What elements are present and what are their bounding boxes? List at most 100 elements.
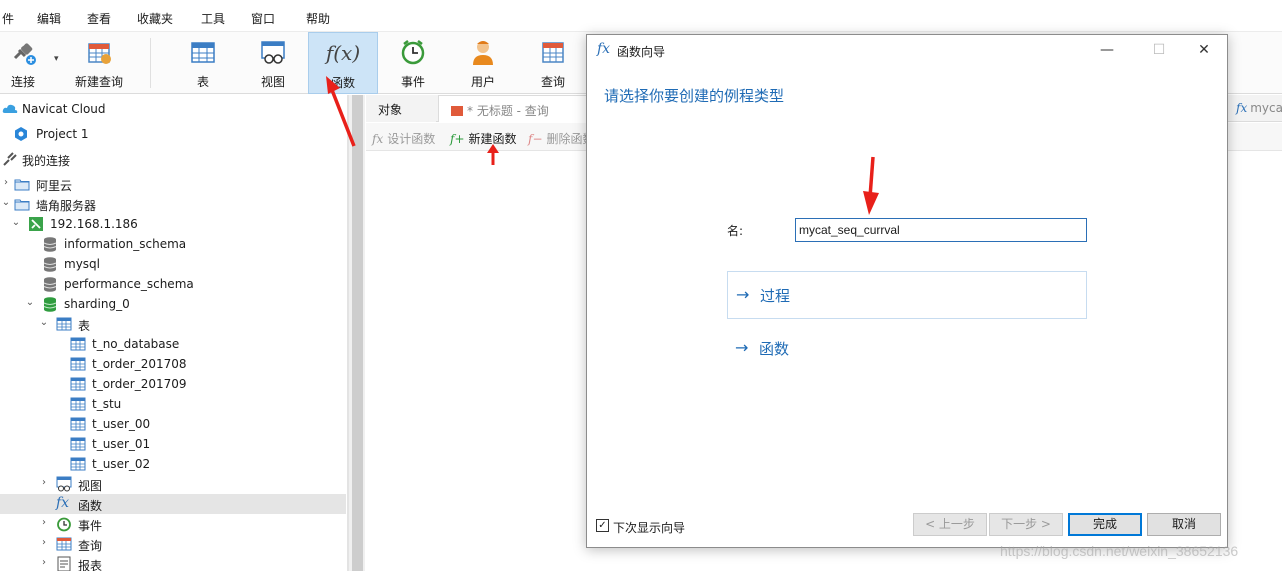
tree-item-table[interactable]: t_stu	[0, 394, 346, 414]
chevron-right-icon[interactable]: ›	[38, 537, 50, 549]
arrow-right-icon: →	[735, 338, 749, 357]
annotation-arrow-toolbar	[326, 76, 356, 147]
new-query-button[interactable]: 新建查询	[68, 32, 130, 94]
new-query-icon	[88, 43, 111, 64]
chevron-right-icon[interactable]: ›	[0, 177, 12, 189]
tree-item-functions[interactable]: fx 函数	[0, 494, 346, 514]
tree-label: 视图	[78, 479, 103, 493]
tree-item-views[interactable]: › 视图	[0, 474, 346, 494]
table-icon	[70, 397, 86, 411]
tree-item-reports[interactable]: › 报表	[0, 554, 346, 571]
arrow-right-icon: →	[736, 285, 750, 304]
dialog-footer: ✓ 下次显示向导 < 上一步 下一步 > 完成 取消	[587, 505, 1227, 547]
option-function[interactable]: → 函数	[727, 325, 1087, 373]
maximize-icon[interactable]: ☐	[1148, 40, 1170, 60]
routine-name-input[interactable]	[795, 218, 1087, 242]
tree-item-tables[interactable]: ⌄ 表	[0, 314, 346, 334]
menu-window[interactable]: 窗口	[251, 10, 275, 27]
event-button[interactable]: 事件	[384, 32, 442, 94]
user-button[interactable]: 用户	[454, 32, 512, 94]
connection-tree: Navicat Cloud Project 1 我的连接 › 阿里云 ⌄ 墙角服…	[0, 95, 348, 571]
tree-item-host[interactable]: ⌄ 192.168.1.186	[0, 214, 346, 234]
table-icon	[70, 417, 86, 431]
tree-item-queries[interactable]: › 查询	[0, 534, 346, 554]
chevron-right-icon[interactable]: ›	[38, 557, 50, 569]
tab-mycat-function[interactable]: fxmycat_	[1224, 95, 1282, 122]
menu-edit[interactable]: 编辑	[37, 10, 61, 27]
sidebar-scrollbar[interactable]	[348, 95, 365, 571]
close-icon[interactable]: ✕	[1193, 40, 1215, 60]
chevron-right-icon[interactable]: ›	[38, 477, 50, 489]
tree-item-corner-server[interactable]: ⌄ 墙角服务器	[0, 194, 346, 214]
tree-label: 墙角服务器	[36, 199, 97, 213]
chevron-down-icon[interactable]: ⌄	[24, 297, 36, 309]
tree-label: information_schema	[64, 237, 187, 251]
scrollbar-thumb[interactable]	[352, 95, 363, 571]
view-button[interactable]: 视图	[244, 32, 302, 94]
query-label: 查询	[540, 75, 565, 89]
connect-dropdown-icon[interactable]: ▾	[54, 54, 59, 64]
query-button[interactable]: 查询	[524, 32, 582, 94]
tree-item-table[interactable]: t_user_00	[0, 414, 346, 434]
table-button[interactable]: 表	[174, 32, 232, 94]
tab-untitled-query[interactable]: * 无标题 - 查询	[438, 95, 598, 122]
tree-item-table[interactable]: t_user_02	[0, 454, 346, 474]
project-icon	[15, 127, 27, 141]
chevron-down-icon[interactable]: ⌄	[10, 217, 22, 229]
option-procedure[interactable]: → 过程	[727, 271, 1087, 319]
tree-item-table[interactable]: t_order_201709	[0, 374, 346, 394]
tree-label: 报表	[78, 559, 103, 571]
tree-label: mysql	[64, 257, 100, 271]
tree-item-database[interactable]: performance_schema	[0, 274, 346, 294]
tree-label: t_user_00	[92, 417, 151, 431]
cloud-icon	[2, 104, 18, 113]
chevron-right-icon[interactable]: ›	[38, 517, 50, 529]
tree-item-events[interactable]: › 事件	[0, 514, 346, 534]
tree-item-my-connections[interactable]: 我的连接	[0, 149, 346, 169]
menu-tools[interactable]: 工具	[201, 10, 225, 27]
tree-label: sharding_0	[64, 297, 130, 311]
name-label: 名:	[727, 224, 744, 238]
cancel-button[interactable]: 取消	[1147, 513, 1221, 536]
annotation-arrow-name	[863, 156, 879, 215]
tree-label: t_user_02	[92, 457, 151, 471]
minimize-icon[interactable]: —	[1096, 40, 1118, 60]
menu-view[interactable]: 查看	[87, 10, 111, 27]
option-function-label: 函数	[759, 340, 790, 358]
table-icon	[70, 457, 86, 471]
delete-function-button[interactable]: f− 删除函数	[528, 130, 595, 147]
table-icon	[70, 437, 86, 451]
tree-label: 查询	[78, 539, 103, 553]
show-wizard-checkbox[interactable]: ✓	[596, 519, 609, 532]
design-function-button[interactable]: fx 设计函数	[372, 130, 435, 147]
tree-item-table[interactable]: t_no_database	[0, 334, 346, 354]
prev-button[interactable]: < 上一步	[913, 513, 987, 536]
tree-item-database[interactable]: mysql	[0, 254, 346, 274]
tree-item-database-open[interactable]: ⌄ sharding_0	[0, 294, 346, 314]
tree-item-project[interactable]: Project 1	[0, 124, 346, 144]
tree-label: t_order_201709	[92, 377, 187, 391]
menu-help[interactable]: 帮助	[306, 10, 330, 27]
menu-favorites[interactable]: 收藏夹	[137, 10, 173, 27]
dialog-heading: 请选择你要创建的例程类型	[604, 87, 785, 105]
tree-item-aliyun[interactable]: › 阿里云	[0, 174, 346, 194]
connect-button[interactable]: 连接	[0, 32, 46, 94]
chevron-down-icon[interactable]: ⌄	[38, 317, 50, 329]
function-icon: fx	[597, 41, 611, 57]
function-icon: f(x)	[325, 41, 361, 65]
next-button[interactable]: 下一步 >	[989, 513, 1063, 536]
tree-item-table[interactable]: t_user_01	[0, 434, 346, 454]
tree-item-database[interactable]: information_schema	[0, 234, 346, 254]
dialog-titlebar: fx 函数向导 — ☐ ✕	[587, 35, 1227, 65]
event-label: 事件	[400, 75, 425, 89]
tree-label: 我的连接	[22, 154, 71, 168]
tree-label: t_order_201708	[92, 357, 187, 371]
menu-file[interactable]: 件	[2, 10, 14, 27]
tree-item-table[interactable]: t_order_201708	[0, 354, 346, 374]
show-wizard-label: 下次显示向导	[613, 521, 686, 535]
tab-objects[interactable]: 对象	[366, 95, 436, 122]
chevron-down-icon[interactable]: ⌄	[0, 197, 12, 209]
new-function-button[interactable]: f+ 新建函数	[450, 130, 517, 147]
finish-button[interactable]: 完成	[1068, 513, 1142, 536]
tree-item-navicat-cloud[interactable]: Navicat Cloud	[0, 99, 346, 119]
